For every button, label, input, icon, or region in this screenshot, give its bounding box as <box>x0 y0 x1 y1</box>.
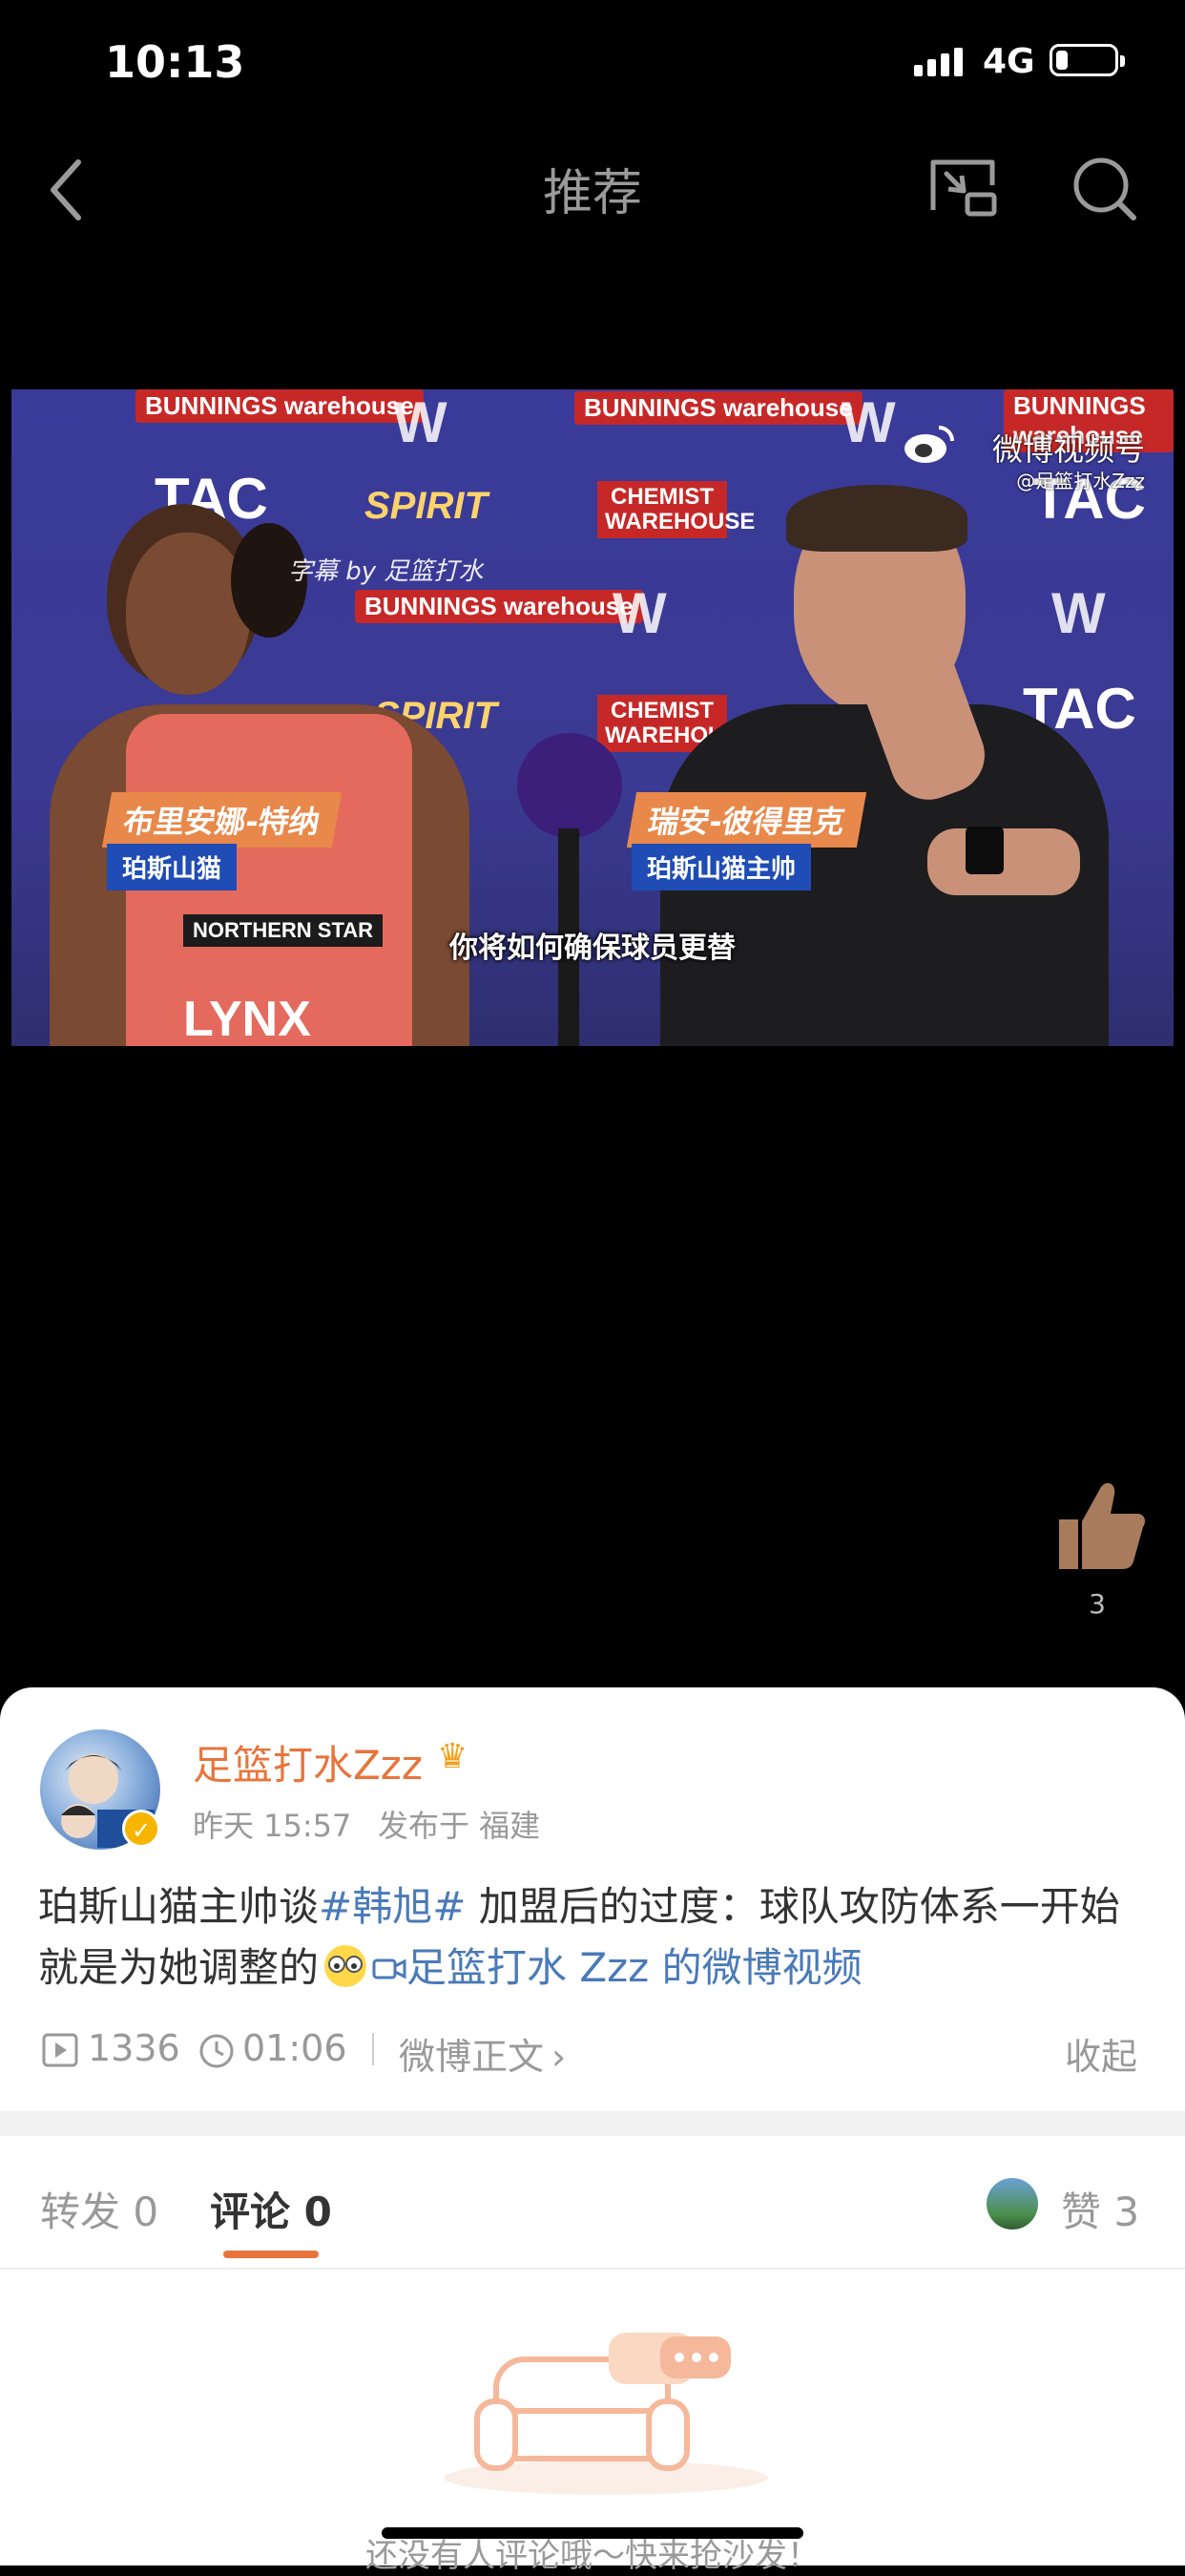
post-text-before: 珀斯山猫主帅谈 <box>38 1883 320 1930</box>
tab-comments-count: 0 <box>303 2189 332 2235</box>
battery-icon <box>1050 44 1125 76</box>
video-camera-icon <box>372 1958 406 1979</box>
coach-watch <box>966 827 1004 874</box>
jersey-team: LYNX <box>183 992 311 1046</box>
tab-likes[interactable]: 赞 3 <box>1061 2180 1139 2238</box>
sponsor-logo-bunnings: BUNNINGS warehouse <box>355 590 643 623</box>
status-time: 10:13 <box>105 36 245 88</box>
section-divider <box>0 2111 1185 2136</box>
coach-arm <box>927 828 1080 895</box>
coach-hair <box>786 485 967 552</box>
hashtag-link[interactable]: #韩旭# <box>319 1883 466 1930</box>
wnbl-logo: W <box>1051 581 1106 645</box>
post-time: 昨天 15:57 <box>193 1808 352 1844</box>
active-tab-indicator <box>223 2251 319 2258</box>
play-count-icon <box>42 2033 78 2067</box>
video-duration: 01:06 <box>242 2027 347 2069</box>
sponsor-logo-spirit: SPIRIT <box>364 485 488 527</box>
tab-comments-label: 评论 <box>210 2189 291 2235</box>
network-type: 4G <box>983 42 1035 81</box>
signal-icon <box>914 48 963 76</box>
post-location: 发布于 福建 <box>378 1808 541 1844</box>
like-count: 3 <box>1089 1588 1106 1620</box>
sponsor-logo-chemist: CHEMIST WAREHOUSE <box>597 481 755 538</box>
author-name[interactable]: 足篮打水Zzz <box>193 1733 423 1791</box>
thumbs-up-icon[interactable] <box>1050 1477 1147 1573</box>
post-text: 珀斯山猫主帅谈#韩旭# 加盟后的过度：球队攻防体系一开始就是为她调整的 足篮打水… <box>38 1876 1145 1999</box>
video-watermark-handle: @足篮打水Zzz <box>1016 470 1145 492</box>
microphone-head <box>517 733 622 838</box>
tab-comments[interactable]: 评论 0 <box>210 2180 332 2238</box>
tab-reposts-count: 0 <box>133 2189 159 2235</box>
subtitle-credit: 字幕 by 足篮打水 <box>288 557 484 586</box>
tab-reposts[interactable]: 转发 0 <box>40 2180 158 2238</box>
emoji-glasses-icon <box>322 1943 368 1989</box>
sponsor-logo-bunnings: BUNNINGS warehouse <box>574 391 863 425</box>
tab-likes-count: 3 <box>1113 2189 1140 2235</box>
post-body-link[interactable]: 微博正文 › <box>399 2027 566 2080</box>
player-left-team-tag: 珀斯山猫 <box>107 844 238 890</box>
player-right-name-tag: 瑞安-彼得里克 <box>626 792 867 848</box>
play-count: 1336 <box>88 2027 180 2069</box>
collapse-button[interactable]: 收起 <box>1065 2027 1137 2080</box>
post-body-link-label: 微博正文 <box>399 2036 545 2078</box>
player-left-name-tag: 布里安娜-特纳 <box>101 792 343 848</box>
player-left-face <box>126 533 250 695</box>
sponsor-logo-bunnings: BUNNINGS warehouse <box>135 389 424 423</box>
tab-likes-label: 赞 <box>1061 2189 1102 2235</box>
tab-reposts-label: 转发 <box>40 2189 121 2235</box>
stats-divider <box>372 2033 374 2065</box>
video-link-label: 足篮打水 Zzz 的微博视频 <box>406 1944 863 1991</box>
video-subtitle: 你将如何确保球员更替 <box>449 932 736 965</box>
page-title: 推荐 <box>542 165 642 222</box>
chevron-right-icon: › <box>551 2036 567 2078</box>
tabs-divider <box>0 2268 1185 2270</box>
cast-screen-icon[interactable] <box>929 157 998 218</box>
verified-badge-icon: ✓ <box>122 1810 160 1848</box>
weibo-logo-icon <box>904 426 954 463</box>
wnbl-logo: W <box>393 390 447 454</box>
wnbl-logo: W <box>842 390 896 454</box>
liker-avatar[interactable] <box>987 2178 1038 2230</box>
clock-icon <box>199 2034 234 2068</box>
empty-sofa-icon <box>444 2333 768 2495</box>
player-right-team-tag: 珀斯山猫主帅 <box>632 844 812 890</box>
wnbl-logo: W <box>613 581 667 645</box>
crown-badge-icon: ♛ <box>437 1737 468 1776</box>
video-player[interactable]: BUNNINGS warehouse BUNNINGS warehouse BU… <box>11 389 1174 1046</box>
search-icon[interactable] <box>1071 155 1137 221</box>
home-indicator[interactable] <box>382 2527 803 2539</box>
video-link[interactable]: 足篮打水 Zzz 的微博视频 <box>372 1944 863 1991</box>
video-watermark: 微博视频号 <box>991 431 1145 468</box>
